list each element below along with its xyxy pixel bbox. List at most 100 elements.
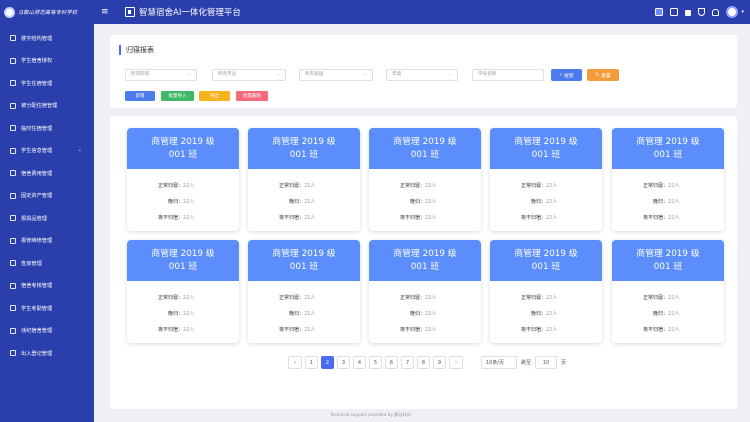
class-card[interactable]: 商管理 2019 级 001 班 正常归寝： 22人 晚归： 22人 夜不归宿： 22人 — [369, 240, 481, 343]
late-value: 22人 — [304, 198, 316, 205]
class-select[interactable]: 所有班级 ⌄ — [299, 69, 373, 81]
chevron-down-icon[interactable]: ▾ — [741, 9, 744, 15]
sidebar-item-student-info[interactable]: 学生信息管理 ⌄ — [0, 140, 94, 163]
normal-value: 22人 — [183, 294, 195, 301]
major-select[interactable]: 所有专业 ⌄ — [212, 69, 286, 81]
page-button[interactable]: 7 — [401, 356, 414, 369]
absent-label: 夜不归宿： — [642, 214, 668, 221]
card-title: 商管理 2019 级 — [272, 137, 336, 147]
absent-stat: 夜不归宿： 22人 — [248, 209, 360, 225]
page-size-select[interactable]: 10条/页 — [481, 356, 517, 369]
keyword-placeholder: 学号名称 — [478, 72, 497, 77]
export-button[interactable]: 导出 — [199, 91, 230, 101]
prev-page-button[interactable]: ‹ — [288, 356, 302, 369]
sidebar-item-assets[interactable]: 固定资产管理 — [0, 185, 94, 208]
search-button[interactable]: ⌕ 搜索 — [551, 69, 582, 81]
sidebar-item-residence[interactable]: 学生住宿管理 — [0, 72, 94, 95]
page-button[interactable]: 3 — [337, 356, 350, 369]
next-page-button[interactable]: › — [449, 356, 463, 369]
sidebar-item-attendance[interactable]: 学生考勤管理 — [0, 297, 94, 320]
late-stat: 晚归： 22人 — [248, 305, 360, 321]
card-subtitle: 001 班 — [653, 150, 683, 160]
sidebar-item-inspection[interactable]: 查房管理 — [0, 252, 94, 275]
card-subtitle: 001 班 — [531, 150, 561, 160]
menu-toggle-icon[interactable]: ≡ — [101, 7, 111, 17]
page-button-current[interactable]: 2 — [321, 356, 334, 369]
card-title: 商管理 2019 级 — [151, 137, 215, 147]
lock-icon[interactable] — [685, 10, 692, 16]
sidebar-item-label: 固定资产管理 — [21, 193, 53, 200]
absent-stat: 夜不归宿： 22人 — [369, 209, 481, 225]
goto-page-input[interactable]: 10 — [535, 356, 557, 369]
class-card[interactable]: 商管理 2019 级 001 班 正常归寝： 22人 晚归： 22人 夜不归宿： 22人 — [369, 128, 481, 231]
sidebar-item-damaged[interactable]: 报损品管理 — [0, 207, 94, 230]
user-avatar[interactable] — [726, 6, 739, 18]
class-card[interactable]: 商管理 2019 级 001 班 正常归寝： 22人 晚归： 22人 夜不归宿： 22人 — [248, 128, 360, 231]
card-header: 商管理 2019 级 001 班 — [490, 240, 602, 281]
edit-icon[interactable] — [670, 8, 679, 16]
top-bar: 马鞍山师范高等专科学校 ≡ 智慧宿舍AI一体化管理平台 ▾ — [0, 0, 750, 24]
page-button[interactable]: 6 — [385, 356, 398, 369]
grade-select[interactable]: 年级 ⌄ — [386, 69, 458, 81]
sidebar-item-evaluation[interactable]: 宿舍考核管理 — [0, 275, 94, 298]
keyword-input[interactable]: 学号名称 — [472, 69, 544, 81]
header-toolbar: ▾ — [655, 0, 744, 24]
alert-icon — [10, 327, 16, 334]
bell-icon[interactable] — [712, 8, 720, 16]
add-button[interactable]: 新增 — [125, 91, 155, 101]
late-label: 晚归： — [652, 310, 668, 317]
absent-label: 夜不归宿： — [520, 326, 546, 333]
page-button[interactable]: 1 — [305, 356, 318, 369]
card-body: 正常归寝： 22人 晚归： 22人 夜不归宿： 22人 — [612, 169, 724, 225]
batch-delete-button[interactable]: 批量删除 — [236, 91, 268, 101]
import-button[interactable]: 批量导入 — [161, 91, 194, 101]
reset-button[interactable]: ↻ 重置 — [587, 69, 619, 81]
absent-value: 22人 — [668, 214, 680, 221]
sidebar-item-assigned[interactable]: 被分配住宿管理 — [0, 95, 94, 118]
refresh-icon: ↻ — [595, 72, 600, 78]
sidebar-item-building[interactable]: 楼宇结构管理 — [0, 27, 94, 50]
sidebar-item-label: 学生考勤管理 — [21, 305, 53, 312]
sidebar-item-temporary[interactable]: 临时住宿管理 — [0, 117, 94, 140]
page-button[interactable]: 9 — [433, 356, 446, 369]
sidebar-item-authorization[interactable]: 学生宿舍授权 — [0, 50, 94, 73]
dashboard-icon[interactable] — [655, 8, 664, 16]
class-card[interactable]: 商管理 2019 级 001 班 正常归寝： 22人 晚归： 22人 夜不归宿： 22人 — [248, 240, 360, 343]
class-card[interactable]: 商管理 2019 级 001 班 正常归寝： 22人 晚归： 22人 夜不归宿： 22人 — [490, 240, 602, 343]
department-select[interactable]: 所有院系 ⌄ — [125, 69, 197, 81]
late-label: 晚归： — [288, 310, 304, 317]
sidebar-item-label: 报修维修管理 — [21, 238, 53, 245]
warning-icon — [10, 215, 16, 222]
class-card[interactable]: 商管理 2019 级 001 班 正常归寝： 22人 晚归： 22人 夜不归宿： 22人 — [127, 240, 239, 343]
late-stat: 晚归： 22人 — [127, 193, 239, 209]
user-icon — [10, 147, 16, 154]
chevron-down-icon: ⌄ — [187, 72, 191, 77]
app-title-text: 智慧宿舍AI一体化管理平台 — [139, 8, 241, 18]
sidebar-item-violation[interactable]: 违纪宿舍管理 — [0, 320, 94, 343]
absent-stat: 夜不归宿： 22人 — [612, 321, 724, 337]
card-header: 商管理 2019 级 001 班 — [612, 128, 724, 169]
search-icon — [10, 260, 16, 267]
normal-stat: 正常归寝： 22人 — [248, 177, 360, 193]
class-card[interactable]: 商管理 2019 级 001 班 正常归寝： 22人 晚归： 22人 夜不归宿： 22人 — [490, 128, 602, 231]
sidebar-item-access-log[interactable]: 出入登记管理 — [0, 342, 94, 365]
late-value: 22人 — [668, 310, 680, 317]
card-body: 正常归寝： 22人 晚归： 22人 夜不归宿： 22人 — [612, 281, 724, 337]
absent-value: 22人 — [546, 214, 558, 221]
class-card[interactable]: 商管理 2019 级 001 班 正常归寝： 22人 晚归： 22人 夜不归宿： 22人 — [612, 128, 724, 231]
card-body: 正常归寝： 22人 晚归： 22人 夜不归宿： 22人 — [127, 169, 239, 225]
sidebar-item-repair[interactable]: 报修维修管理 — [0, 230, 94, 253]
card-header: 商管理 2019 级 001 班 — [248, 128, 360, 169]
card-subtitle: 001 班 — [168, 150, 198, 160]
absent-label: 夜不归宿： — [278, 214, 304, 221]
card-title: 商管理 2019 级 — [514, 137, 578, 147]
shield-icon[interactable] — [698, 8, 706, 16]
page-button[interactable]: 8 — [417, 356, 430, 369]
page-button[interactable]: 4 — [353, 356, 366, 369]
late-stat: 晚归： 22人 — [490, 305, 602, 321]
page-button[interactable]: 5 — [369, 356, 382, 369]
class-card[interactable]: 商管理 2019 级 001 班 正常归寝： 22人 晚归： 22人 夜不归宿： 22人 — [612, 240, 724, 343]
class-card[interactable]: 商管理 2019 级 001 班 正常归寝： 22人 晚归： 22人 夜不归宿： 22人 — [127, 128, 239, 231]
normal-label: 正常归寝： — [642, 294, 668, 301]
sidebar-item-fees[interactable]: 宿舍费用管理 — [0, 162, 94, 185]
